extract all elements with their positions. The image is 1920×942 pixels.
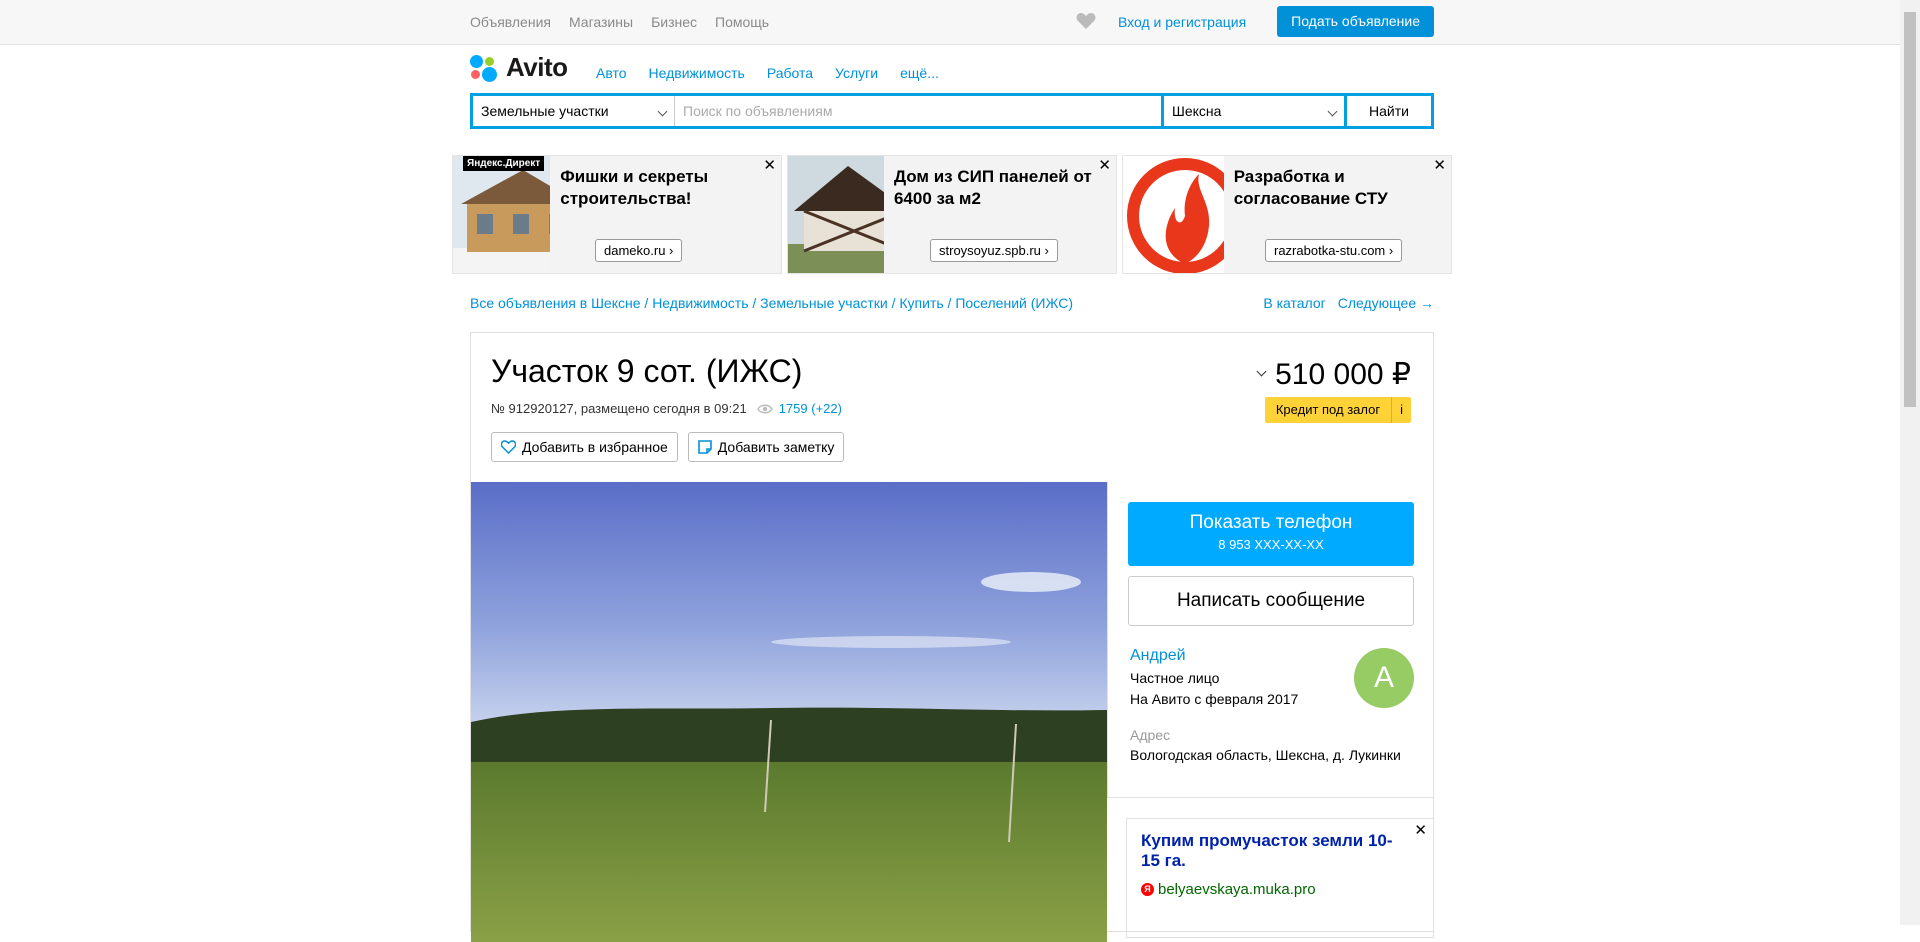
cat-services[interactable]: Услуги [835,65,878,81]
top-nav-shops[interactable]: Магазины [569,14,633,30]
add-favorite-button[interactable]: Добавить в избранное [491,432,678,462]
info-icon[interactable]: i [1391,397,1411,423]
views-value: 1759 (+22) [778,401,842,416]
listing-photo[interactable] [471,482,1107,942]
close-icon[interactable]: ✕ [1433,156,1446,174]
credit-badge[interactable]: Кредит под залог i [1264,397,1411,423]
listing-id-date: № 912920127, размещено сегодня в 09:21 [491,401,747,416]
contact-panel: Показать телефон 8 953 XXX-XX-XX Написат… [1107,482,1434,798]
top-bar: Объявления Магазины Бизнес Помощь Вход и… [0,0,1900,45]
post-ad-button[interactable]: Подать объявление [1277,6,1434,37]
cat-auto[interactable]: Авто [596,65,627,81]
note-icon [697,440,712,454]
seller-name[interactable]: Андрей [1130,647,1298,665]
listing-title: Участок 9 сот. (ИЖС) [491,353,803,389]
ad-card[interactable]: Дом из СИП панелей от 6400 за м2 stroyso… [787,155,1117,274]
chevron-down-icon [657,106,668,117]
logo-text: Avito [506,52,568,82]
ad-title: Разработка и согласование СТУ [1233,167,1388,208]
breadcrumb-right: В каталог Следующее → [1263,295,1434,311]
scrollbar-thumb[interactable] [1904,12,1916,407]
close-icon[interactable]: ✕ [1414,821,1427,839]
search-button[interactable]: Найти [1347,96,1431,126]
ad-card[interactable]: Разработка и согласование СТУ razrabotka… [1122,155,1452,274]
add-note-label: Добавить заметку [717,439,835,455]
login-link[interactable]: Вход и регистрация [1118,14,1246,30]
address-label: Адрес [1130,727,1171,743]
breadcrumb[interactable]: Все объявления в Шексне / Недвижимость /… [470,295,1073,311]
write-message-button[interactable]: Написать сообщение [1128,576,1414,626]
top-nav-business[interactable]: Бизнес [651,14,697,30]
ad-link-button[interactable]: stroysoyuz.spb.ru › [930,239,1058,262]
to-catalog-link[interactable]: В каталог [1263,295,1325,311]
top-nav-ads[interactable]: Объявления [470,14,551,30]
side-ad-title[interactable]: Купим промучасток земли 10-15 га. [1141,831,1411,871]
views-count[interactable]: 1759 (+22) [756,401,842,416]
category-select[interactable]: Земельные участки [473,96,675,126]
add-favorite-label: Добавить в избранное [522,439,668,455]
listing-actions: Добавить в избранное Добавить заметку [491,432,845,462]
page-scrollbar[interactable] [1900,0,1920,925]
location-select-value: Шексна [1172,103,1222,119]
top-nav-help[interactable]: Помощь [715,14,769,30]
side-ad[interactable]: Купим промучасток земли 10-15 га. Я bely… [1126,818,1434,938]
seller-type: Частное лицо [1130,670,1220,686]
category-select-value: Земельные участки [481,103,609,119]
ad-link-button[interactable]: dameko.ru › [595,239,683,262]
heart-outline-icon [501,440,516,454]
search-bar: Земельные участки Поиск по объявлениям Ш… [470,93,1434,129]
phone-mask: 8 953 XXX-XX-XX [1218,537,1324,552]
cat-realty[interactable]: Недвижимость [649,65,745,81]
show-phone-label: Показать телефон [1189,512,1353,533]
seller-since: На Авито с февраля 2017 [1130,691,1299,707]
cat-jobs[interactable]: Работа [767,65,813,81]
credit-label: Кредит под залог [1275,402,1381,417]
logo-dots-icon [470,53,502,83]
avatar[interactable]: А [1354,648,1414,708]
favorites-heart-icon[interactable] [1076,12,1096,30]
listing-meta: № 912920127, размещено сегодня в 09:21 1… [491,401,842,416]
close-icon[interactable]: ✕ [763,156,776,174]
ad-title: Фишки и секреты строительства! [560,167,709,208]
ad-strip: Яндекс.Директ Фишки и секреты строительс… [452,155,1452,274]
close-icon[interactable]: ✕ [1098,156,1111,174]
yandex-direct-badge: Яндекс.Директ [463,156,545,171]
next-listing-link[interactable]: Следующее → [1338,295,1434,311]
category-nav: Авто Недвижимость Работа Услуги ещё... [596,65,939,81]
location-select[interactable]: Шексна [1164,96,1347,126]
side-ad-url[interactable]: Я belyaevskaya.muka.pro [1141,881,1316,898]
yandex-icon: Я [1141,883,1154,896]
ad-image-house [453,156,551,273]
avito-logo[interactable]: Avito [470,52,568,83]
show-phone-button[interactable]: Показать телефон 8 953 XXX-XX-XX [1128,502,1414,566]
seller-info: Андрей Частное лицо На Авито с февраля 2… [1130,647,1298,707]
cat-more[interactable]: ещё... [900,65,939,81]
chevron-down-icon [1327,106,1338,117]
ad-image-sip-house [788,156,884,273]
chevron-down-icon [1256,366,1267,377]
search-input[interactable]: Поиск по объявлениям [675,96,1164,126]
eye-icon [756,404,773,413]
ad-image-fire-logo [1123,156,1224,273]
add-note-button[interactable]: Добавить заметку [687,432,845,462]
price[interactable]: 510 000 ₽ [1256,357,1411,392]
price-value: 510 000 ₽ [1275,358,1411,391]
side-ad-url-text: belyaevskaya.muka.pro [1158,881,1316,898]
address-value: Вологодская область, Шексна, д. Лукинки [1130,747,1401,763]
ad-title: Дом из СИП панелей от 6400 за м2 [893,167,1092,208]
ad-link-button[interactable]: razrabotka-stu.com › [1265,239,1403,262]
top-nav: Объявления Магазины Бизнес Помощь [470,14,769,30]
ad-card[interactable]: Яндекс.Директ Фишки и секреты строительс… [452,155,782,274]
